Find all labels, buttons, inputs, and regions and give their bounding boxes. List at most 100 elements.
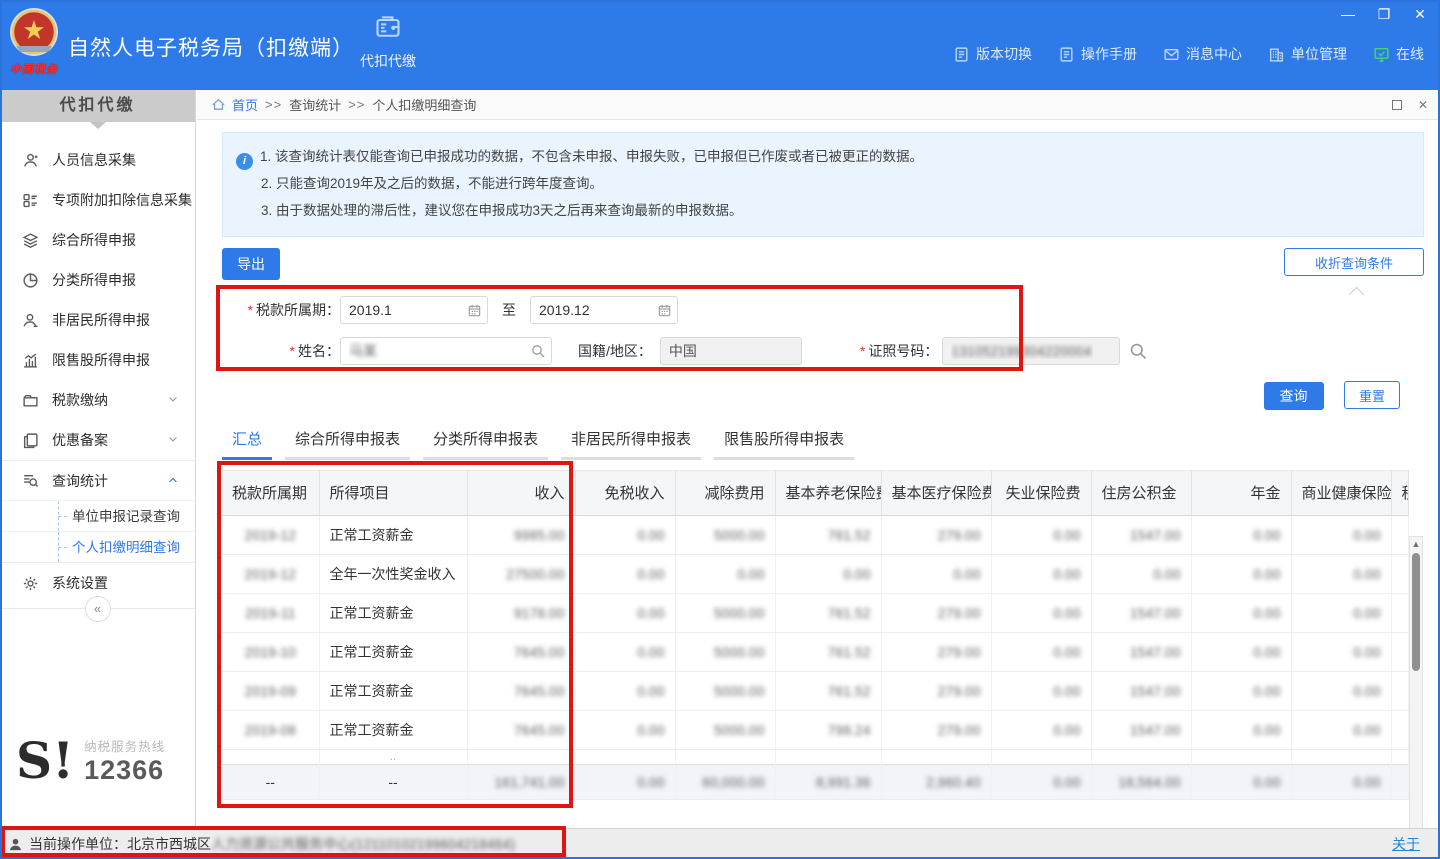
sidebar-item[interactable]: 非居民所得申报 [0, 300, 195, 340]
search-icon[interactable] [1128, 341, 1148, 361]
report-tabs: 汇总综合所得申报表分类所得申报表非居民所得申报表限售股所得申报表 [222, 428, 1424, 460]
restore-button[interactable]: ❐ [1376, 6, 1392, 22]
sidebar-item[interactable]: 综合所得申报 [0, 220, 195, 260]
sidebar-item[interactable]: 优惠备案 [0, 420, 195, 460]
online-icon [1373, 46, 1390, 63]
table-header-cell: 年金 [1191, 470, 1291, 515]
table-cell: 5000.00 [675, 632, 775, 671]
breadcrumb-item: 查询统计 [289, 95, 341, 114]
header-menu-item[interactable]: 单位管理 [1268, 44, 1347, 64]
table-cell [1291, 749, 1391, 764]
emblem-icon [8, 6, 60, 58]
search-list-icon [22, 472, 39, 489]
chevron-up-icon [167, 473, 179, 489]
table-cell: 2019-09 [222, 671, 319, 710]
tab-item[interactable]: 分类所得申报表 [423, 428, 548, 460]
tax-bureau-logo: 中国税务 [6, 6, 62, 77]
vertical-scrollbar[interactable]: ▲ ▼ [1409, 536, 1423, 828]
period-from-field [340, 296, 488, 324]
table-cell: 1547.00 [1091, 515, 1191, 554]
table-header-cell: 失业保险费 [991, 470, 1091, 515]
module-tab-daikoudaijiao[interactable]: 代扣代缴 [348, 13, 428, 71]
table-summary-cell: 161,741.00 [467, 764, 575, 799]
table-cell [1391, 632, 1408, 671]
sidebar-item-label: 分类所得申报 [52, 270, 136, 290]
table-row[interactable]: 2019-12全年一次性奖金收入27500.000.000.000.000.00… [222, 554, 1408, 593]
user-icon [8, 837, 23, 852]
tab-item[interactable]: 限售股所得申报表 [714, 428, 854, 460]
breadcrumb-item[interactable]: 首页 [232, 95, 258, 114]
sidebar-item[interactable]: 专项附加扣除信息采集 [0, 180, 195, 220]
tab-active[interactable]: 汇总 [222, 428, 272, 460]
table-cell: 5000.00 [675, 515, 775, 554]
sidebar-item[interactable]: 限售股所得申报 [0, 340, 195, 380]
table-header-cell: 收入 [467, 470, 575, 515]
table-summary-cell: 8,991.36 [775, 764, 881, 799]
scroll-up-arrow[interactable]: ▲ [1410, 539, 1422, 549]
breadcrumb-bar: 首页>>查询统计>>个人扣缴明细查询 ✕ [197, 90, 1440, 120]
sidebar-item[interactable]: 分类所得申报 [0, 260, 195, 300]
sidebar-item-label: 优惠备案 [52, 430, 108, 450]
table-summary-cell: -- [222, 764, 319, 799]
period-to-input[interactable] [530, 296, 678, 324]
tab-item[interactable]: 非居民所得申报表 [561, 428, 701, 460]
table-cell: 0.00 [775, 554, 881, 593]
table-cell: 正常工资薪金 [319, 515, 467, 554]
tab-item[interactable]: 综合所得申报表 [285, 428, 410, 460]
manual-icon [1058, 46, 1075, 63]
table-summary-cell: 2,960.40 [881, 764, 991, 799]
table-row[interactable]: 2019-09正常工资薪金7645.000.005000.00761.52279… [222, 671, 1408, 710]
table-row-partial: .. [222, 749, 1408, 764]
sidebar-subitem[interactable]: 个人扣缴明细查询 [0, 531, 195, 562]
sidebar-subitem[interactable]: 单位申报记录查询 [0, 500, 195, 531]
sidebar-item[interactable]: 人员信息采集 [0, 140, 195, 180]
calendar-icon[interactable] [467, 303, 482, 318]
content-close-button[interactable]: ✕ [1418, 98, 1428, 112]
table-row[interactable]: 2019-12正常工资薪金9985.000.005000.00761.52279… [222, 515, 1408, 554]
sidebar-submenu: 单位申报记录查询个人扣缴明细查询 [0, 500, 195, 563]
name-input[interactable] [340, 337, 552, 365]
home-icon[interactable] [211, 97, 226, 112]
document-icon [953, 46, 970, 63]
action-row: 查询 重置 [222, 381, 1424, 410]
sidebar-item[interactable]: 查询统计 [0, 460, 195, 500]
search-button[interactable]: 查询 [1264, 382, 1324, 410]
calendar-icon[interactable] [657, 303, 672, 318]
breadcrumb-item: 个人扣缴明细查询 [372, 95, 476, 114]
table-cell [222, 749, 319, 764]
minimize-button[interactable]: — [1340, 6, 1356, 22]
period-from-input[interactable] [340, 296, 488, 324]
sidebar-item[interactable]: 税款缴纳 [0, 380, 195, 420]
hotline-logo: S! [16, 737, 74, 785]
header-menu-item[interactable]: 版本切换 [953, 44, 1032, 64]
table-cell: 761.52 [775, 515, 881, 554]
export-button[interactable]: 导出 [222, 248, 280, 280]
table-cell: 0.00 [575, 554, 675, 593]
sidebar-module-header: 代扣代缴 [0, 90, 195, 122]
table-cell: 0.00 [575, 632, 675, 671]
sidebar-collapse-button[interactable]: « [85, 596, 111, 622]
table-cell: 0.00 [1191, 710, 1291, 749]
table-row[interactable]: 2019-08正常工资薪金7645.000.005000.00798.24279… [222, 710, 1408, 749]
hotline-label: 纳税服务热线 [84, 736, 165, 755]
close-button[interactable]: ✕ [1412, 6, 1428, 22]
content-restore-button[interactable] [1392, 100, 1402, 110]
table-row[interactable]: 2019-11正常工资薪金9178.000.005000.00761.52279… [222, 593, 1408, 632]
name-field [340, 337, 552, 365]
main-content: 首页>>查询统计>>个人扣缴明细查询 ✕ i1. 该查询统计表仅能查询已申报成功… [197, 90, 1440, 828]
table-row[interactable]: 2019-10正常工资薪金7645.000.005000.00761.52279… [222, 632, 1408, 671]
search-icon[interactable] [530, 343, 546, 359]
header-menu-item[interactable]: 消息中心 [1163, 44, 1242, 64]
about-link[interactable]: 关于 [1392, 834, 1420, 854]
wallet-icon [373, 13, 403, 41]
mail-icon [1163, 46, 1180, 63]
window-controls: — ❐ ✕ [1340, 6, 1428, 22]
table-cell [1391, 671, 1408, 710]
collapse-query-button[interactable]: 收折查询条件 [1284, 248, 1424, 276]
reset-button[interactable]: 重置 [1344, 381, 1400, 409]
info-icon: i [236, 153, 253, 170]
table-cell: 279.00 [881, 671, 991, 710]
header-menu-item[interactable]: 操作手册 [1058, 44, 1137, 64]
header-menu-item[interactable]: 在线 [1373, 44, 1424, 64]
vertical-scroll-thumb[interactable] [1412, 553, 1420, 671]
